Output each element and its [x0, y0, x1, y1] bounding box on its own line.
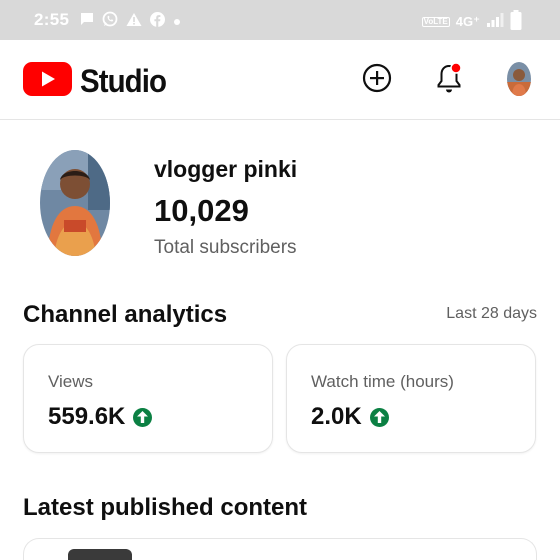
studio-logo[interactable]: Studio — [23, 62, 174, 101]
notifications-button[interactable] — [433, 61, 465, 99]
status-bar: 2:55 VoLTE 4G⁺ — [0, 0, 560, 40]
analytics-period: Last 28 days — [446, 305, 537, 322]
logo-text: Studio — [80, 63, 167, 99]
create-button[interactable] — [361, 63, 393, 98]
subscriber-label: Total subscribers — [154, 237, 297, 258]
alert-icon — [126, 12, 142, 32]
facebook-icon — [150, 11, 165, 32]
trend-up-icon — [133, 407, 153, 427]
views-card[interactable]: Views 559.6K — [23, 344, 273, 453]
subscriber-count: 10,029 — [154, 193, 249, 228]
card-label: Watch time (hours) — [311, 372, 454, 391]
notification-icons — [80, 11, 181, 32]
channel-avatar[interactable] — [40, 150, 110, 256]
battery-icon — [510, 10, 522, 33]
dot-icon — [173, 13, 181, 31]
video-thumbnail[interactable] — [68, 549, 132, 560]
chat-icon — [80, 12, 94, 31]
volte-badge: VoLTE — [421, 16, 450, 27]
network-type: 4G⁺ — [455, 13, 480, 29]
watch-time-card[interactable]: Watch time (hours) 2.0K — [286, 344, 536, 453]
trend-up-icon — [369, 407, 389, 427]
latest-content-title: Latest published content — [23, 494, 308, 521]
app-header: Studio — [0, 40, 560, 120]
channel-name: vlogger pinki — [154, 156, 298, 182]
analytics-title: Channel analytics — [23, 301, 228, 328]
card-label: Views — [48, 372, 94, 391]
youtube-logo-icon — [23, 62, 72, 101]
signal-icon — [486, 13, 504, 30]
latest-content-card[interactable] — [23, 538, 537, 560]
whatsapp-icon — [102, 11, 118, 32]
card-value-row: 559.6K — [48, 403, 153, 431]
card-value: 559.6K — [48, 403, 126, 430]
card-value-row: 2.0K — [311, 403, 389, 431]
account-avatar[interactable] — [507, 62, 531, 96]
add-circle-icon — [362, 63, 392, 98]
bell-icon — [434, 61, 464, 99]
card-value: 2.0K — [311, 403, 362, 430]
status-time: 2:55 — [34, 10, 70, 29]
status-right: VoLTE 4G⁺ — [421, 10, 522, 33]
